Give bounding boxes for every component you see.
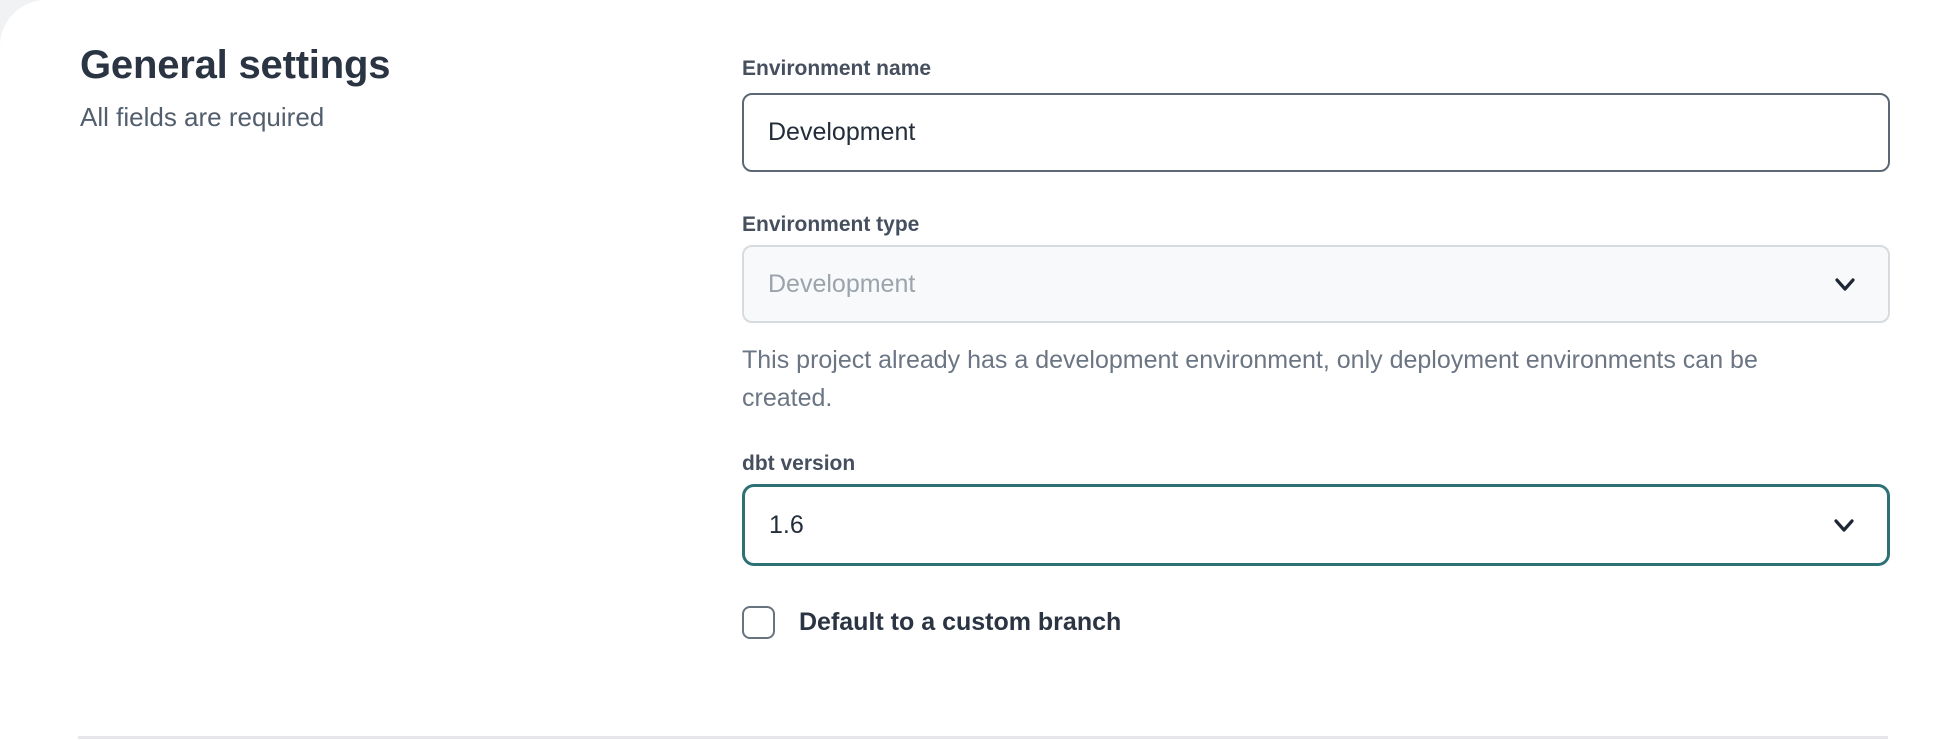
chevron-down-icon [1830,269,1860,299]
dbt-version-label: dbt version [742,451,1890,477]
settings-card: General settings All fields are required… [0,0,1958,740]
environment-name-label: Environment name [742,56,1890,82]
environment-type-label: Environment type [742,212,1890,238]
section-header: General settings All fields are required [80,42,640,132]
environment-type-helper: This project already has a development e… [742,341,1842,417]
section-subtitle: All fields are required [80,102,640,132]
environment-type-value: Development [768,270,915,299]
dbt-version-value: 1.6 [769,511,804,540]
chevron-down-icon [1829,510,1859,540]
page-title: General settings [80,42,640,88]
settings-form: Environment name Environment type Develo… [742,56,1890,639]
dbt-version-select[interactable]: 1.6 [742,484,1890,566]
environment-name-input[interactable] [742,93,1890,172]
environment-type-select: Development [742,245,1890,323]
custom-branch-label[interactable]: Default to a custom branch [799,608,1121,637]
section-divider [78,736,1888,739]
custom-branch-row: Default to a custom branch [742,606,1890,639]
custom-branch-checkbox[interactable] [742,606,775,639]
